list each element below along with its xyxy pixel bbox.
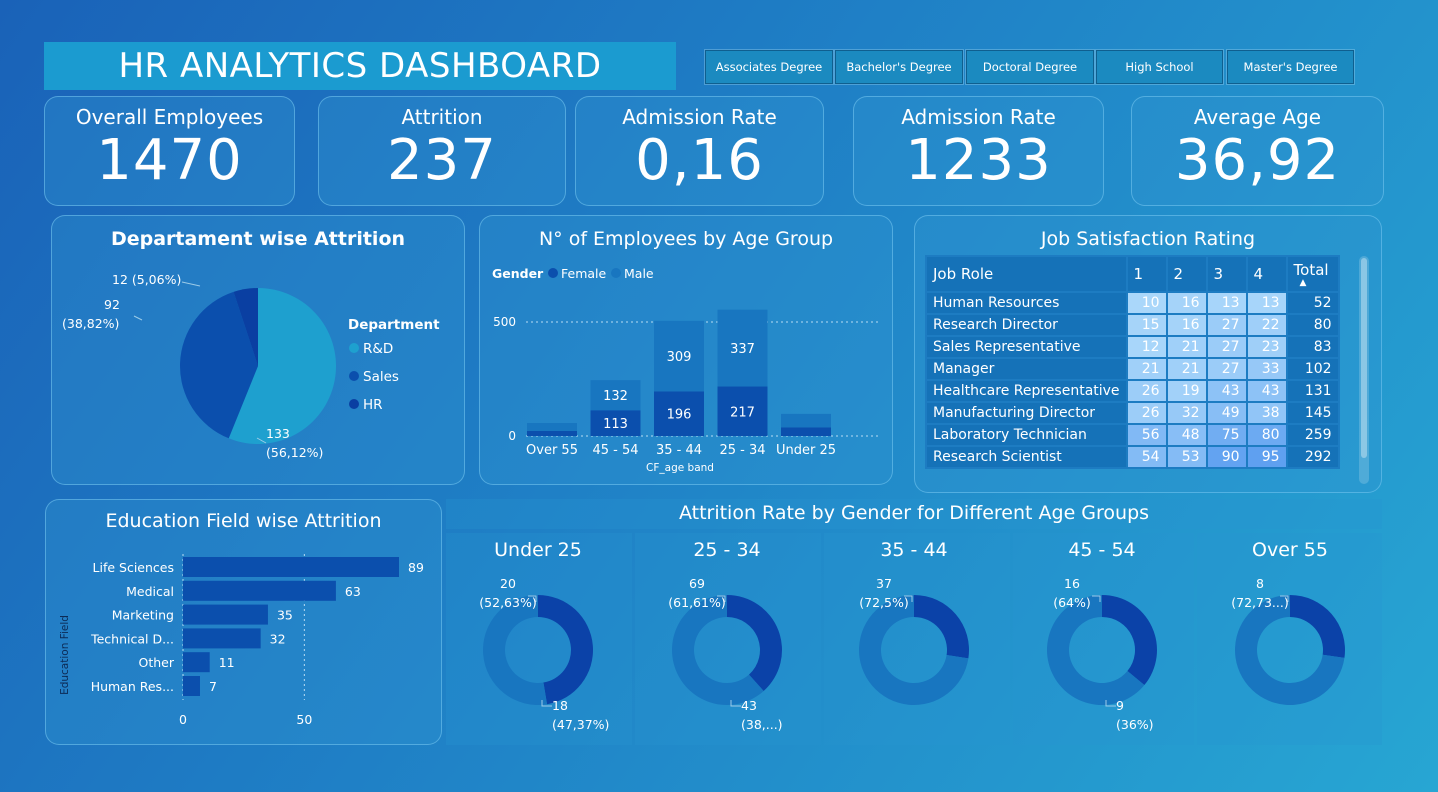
donut-label-male-value: 16 — [1064, 576, 1080, 591]
donut-slice-female[interactable] — [1290, 595, 1345, 658]
donut-label-male-pct: (61,61%) — [668, 595, 725, 610]
gender-age-donut-charts: Under 25 20 (52,63%) 18 (47,37%) 25 - 34 69 (61… — [479, 539, 1345, 732]
donut-label-male-pct: (64%) — [1053, 595, 1091, 610]
donut-label-female-value: 43 — [741, 698, 757, 713]
donut-label-female-pct: (36%) — [1116, 717, 1154, 732]
donut-label-male-value: 37 — [876, 576, 892, 591]
donut-label-male-value: 8 — [1256, 576, 1264, 591]
donut-slice-male[interactable] — [483, 595, 548, 705]
donut-label-male-value: 20 — [500, 576, 516, 591]
donut-label-female-value: 18 — [552, 698, 568, 713]
donut-label-male-value: 69 — [689, 576, 705, 591]
donut-title: 25 - 34 — [693, 539, 760, 561]
donut-label-female-value: 9 — [1116, 698, 1124, 713]
donut-title: 35 - 44 — [880, 539, 947, 561]
donut-slice-female[interactable] — [914, 595, 970, 659]
donut-title: 45 - 54 — [1068, 539, 1135, 561]
donut-label-female-pct: (38,...) — [741, 717, 783, 732]
donut-label-male-pct: (52,63%) — [479, 595, 536, 610]
donut-label-male-pct: (72,73...) — [1231, 595, 1288, 610]
donut-title: Over 55 — [1252, 539, 1328, 561]
donut-slice-female[interactable] — [727, 595, 783, 692]
donut-slice-female[interactable] — [538, 595, 593, 705]
donut-label-male-pct: (72,5%) — [859, 595, 908, 610]
donut-label-female-pct: (47,37%) — [552, 717, 609, 732]
donut-slice-female[interactable] — [1102, 595, 1157, 686]
donut-title: Under 25 — [494, 539, 582, 561]
